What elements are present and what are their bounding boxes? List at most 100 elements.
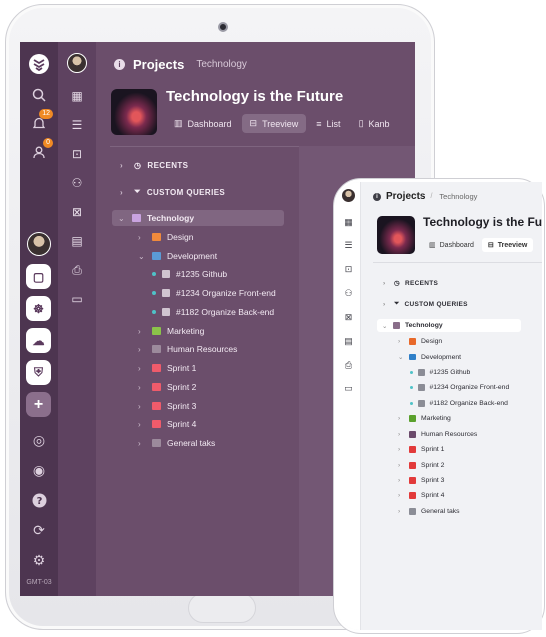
- home-button[interactable]: [188, 593, 256, 623]
- video-module-icon[interactable]: ▭: [67, 289, 87, 309]
- chevron-right-icon: ›: [398, 415, 401, 422]
- task-item[interactable]: #1182 Organize Back-end: [410, 400, 508, 407]
- app-tile-shield-icon[interactable]: ⛨: [26, 360, 51, 385]
- tree-root-technology[interactable]: ⌄ Technology: [377, 319, 521, 332]
- tab-treeview[interactable]: ⊟ Treeview: [241, 114, 307, 133]
- contacts-module-icon[interactable]: ⊡: [67, 144, 87, 164]
- clock-icon: ◷: [134, 161, 142, 170]
- record-icon[interactable]: ◉: [27, 458, 51, 482]
- module-rail: ▦ ☰ ⊡ ⚇ ⊠ ▤ ⎙ ▭: [58, 42, 96, 596]
- info-icon[interactable]: i: [114, 59, 125, 70]
- tree-item-marketing[interactable]: › Marketing: [138, 326, 204, 336]
- tree-item-label: Technology: [405, 322, 443, 329]
- status-dot: [152, 272, 156, 276]
- tree-item-label: Sprint 1: [421, 446, 445, 453]
- tree-item-sprint-4[interactable]: › Sprint 4: [398, 492, 444, 499]
- task-label: #1182 Organize Back-end: [176, 307, 275, 317]
- notes-module-icon[interactable]: ☰: [67, 115, 87, 135]
- custom-queries-section[interactable]: › ⏷ CUSTOM QUERIES: [120, 187, 225, 197]
- broadcast-icon[interactable]: ◎: [27, 428, 51, 452]
- folder-icon: [409, 431, 416, 438]
- filter-icon: ⏷: [394, 300, 400, 307]
- dashboard-module-icon[interactable]: ▦: [67, 86, 87, 106]
- notification-bell-icon[interactable]: 12: [27, 109, 53, 135]
- tree-item-design[interactable]: › Design: [398, 338, 442, 345]
- tree-item-sprint-3[interactable]: › Sprint 3: [138, 401, 196, 411]
- tree-item-general-taks[interactable]: › General taks: [398, 508, 460, 515]
- tree-item-human-resources[interactable]: › Human Resources: [138, 344, 237, 354]
- tree-item-sprint-1[interactable]: › Sprint 1: [138, 363, 196, 373]
- notes-module-icon[interactable]: ☰: [342, 239, 355, 252]
- tree-item-sprint-4[interactable]: › Sprint 4: [138, 419, 196, 429]
- breadcrumb-root[interactable]: Projects: [133, 57, 184, 72]
- tree-item-label: Marketing: [167, 326, 205, 336]
- team-module-icon[interactable]: ⚇: [67, 173, 87, 193]
- module-avatar[interactable]: [341, 188, 356, 203]
- tab-treeview[interactable]: ⊟ Treeview: [481, 238, 534, 252]
- app-tile-cloud-icon[interactable]: ☁: [26, 328, 51, 353]
- recents-section[interactable]: › ◷ RECENTS: [383, 279, 438, 288]
- tree-item-design[interactable]: › Design: [138, 232, 193, 242]
- task-item[interactable]: #1234 Organize Front-end: [152, 288, 276, 298]
- formula-module-icon[interactable]: ⊠: [342, 311, 355, 324]
- app-tile-square-icon[interactable]: ▢: [26, 264, 51, 289]
- tree-item-sprint-2[interactable]: › Sprint 2: [138, 382, 196, 392]
- formula-module-icon[interactable]: ⊠: [67, 202, 87, 222]
- settings-gear-icon[interactable]: ⚙: [27, 548, 51, 572]
- folder-icon: [409, 446, 416, 453]
- tree-item-label: Human Resources: [421, 431, 478, 438]
- tree-root-technology[interactable]: ⌄ Technology: [112, 210, 284, 226]
- tree-item-human-resources[interactable]: › Human Resources: [398, 431, 477, 438]
- tab-kanban[interactable]: ▯ Kanb: [351, 114, 398, 133]
- tab-list[interactable]: ≡ List: [308, 114, 348, 133]
- chevron-right-icon: ›: [383, 279, 386, 287]
- chevron-right-icon: ›: [138, 326, 141, 336]
- video-module-icon[interactable]: ▭: [342, 382, 355, 395]
- task-item[interactable]: #1235 Github: [152, 269, 227, 279]
- logo-icon[interactable]: [27, 52, 51, 76]
- task-item[interactable]: #1235 Github: [410, 369, 470, 376]
- tree-item-development[interactable]: ⌄ Development: [398, 353, 461, 362]
- add-app-icon[interactable]: +: [26, 392, 51, 417]
- tree-item-sprint-1[interactable]: › Sprint 1: [398, 446, 444, 453]
- tree-item-sprint-3[interactable]: › Sprint 3: [398, 477, 444, 484]
- section-label: CUSTOM QUERIES: [404, 300, 468, 308]
- tree-item-marketing[interactable]: › Marketing: [398, 415, 451, 422]
- invites-icon[interactable]: 0: [27, 138, 53, 164]
- tree-item-label: Sprint 2: [421, 462, 445, 469]
- chevron-right-icon: ›: [138, 419, 141, 429]
- dashboard-module-icon[interactable]: ▦: [342, 216, 355, 229]
- contacts-module-icon[interactable]: ⊡: [342, 263, 355, 276]
- user-avatar[interactable]: [27, 232, 51, 256]
- tab-dashboard[interactable]: ▥ Dashboard: [423, 238, 480, 252]
- task-item[interactable]: #1234 Organize Front-end: [410, 384, 509, 391]
- chevron-down-icon: ⌄: [118, 213, 125, 223]
- tree-item-development[interactable]: ⌄ Development: [138, 251, 217, 261]
- recents-section[interactable]: › ◷ RECENTS: [120, 161, 188, 170]
- help-icon[interactable]: ?: [27, 488, 51, 512]
- app-tile-helm-icon[interactable]: ☸: [26, 296, 51, 321]
- search-icon[interactable]: [27, 83, 51, 107]
- task-item[interactable]: #1182 Organize Back-end: [152, 307, 274, 317]
- chevron-right-icon: ›: [138, 401, 141, 411]
- info-icon[interactable]: i: [373, 192, 381, 201]
- tree-item-general-taks[interactable]: › General taks: [138, 438, 215, 448]
- folder-icon: [152, 383, 161, 391]
- tree-item-label: Technology: [147, 213, 195, 223]
- print-module-icon[interactable]: ⎙: [342, 359, 355, 372]
- print-module-icon[interactable]: ⎙: [67, 260, 87, 280]
- calendar-module-icon[interactable]: ▤: [342, 335, 355, 348]
- folder-icon: [152, 327, 161, 335]
- breadcrumb-separator: /: [430, 193, 433, 200]
- view-tabs: ▥ Dashboard ⊟ Treeview: [423, 238, 534, 252]
- tree-item-sprint-2[interactable]: › Sprint 2: [398, 462, 444, 469]
- custom-queries-section[interactable]: › ⏷ CUSTOM QUERIES: [383, 300, 468, 308]
- team-module-icon[interactable]: ⚇: [342, 287, 355, 300]
- chevron-right-icon: ›: [138, 232, 141, 242]
- module-avatar[interactable]: [67, 53, 87, 73]
- calendar-module-icon[interactable]: ▤: [67, 231, 87, 251]
- breadcrumb-root[interactable]: Projects: [386, 191, 425, 202]
- section-label: RECENTS: [147, 161, 189, 170]
- tab-dashboard[interactable]: ▥ Dashboard: [166, 114, 240, 133]
- sync-icon[interactable]: ⟳: [27, 518, 51, 542]
